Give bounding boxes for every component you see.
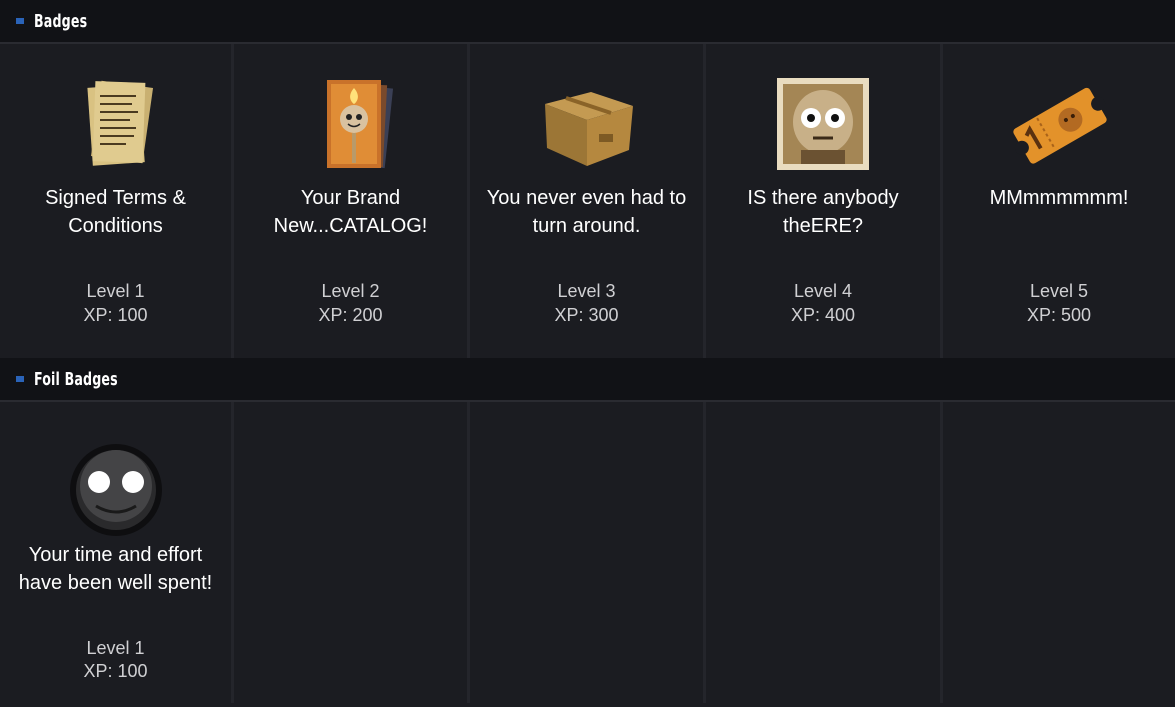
badge-card[interactable]: Signed Terms & Conditions Level 1 XP: 10… (0, 44, 234, 358)
empty-badge-slot (706, 402, 943, 703)
catalog-book-icon (326, 80, 393, 169)
foil-badges-grid: Your time and effort have been well spen… (0, 402, 1175, 703)
cardboard-box-icon (544, 92, 633, 166)
badge-level: Level 2 (321, 281, 380, 301)
badge-card[interactable]: Your Brand New...CATALOG! Level 2 XP: 20… (234, 44, 470, 358)
badge-xp: XP: 300 (554, 305, 619, 325)
badge-name: MMmmmmmm! (989, 187, 1129, 209)
glowing-eyes-face-icon (69, 444, 162, 536)
empty-badge-slot (470, 402, 706, 703)
badges-grid: Signed Terms & Conditions Level 1 XP: 10… (0, 44, 1175, 358)
signed-documents-icon (86, 80, 153, 166)
badge-xp: XP: 100 (83, 661, 148, 681)
section-bullet-icon (16, 376, 24, 382)
badge-name: Your Brand New...CATALOG! (273, 187, 428, 237)
badge-xp: XP: 200 (318, 305, 383, 325)
badge-xp: XP: 100 (83, 305, 148, 325)
badge-name: You never even had to turn around. (486, 187, 687, 237)
foil-badges-section-header: Foil Badges (0, 358, 1175, 402)
badge-level: Level 3 (557, 281, 616, 301)
badge-name: IS there anybody theERE? (747, 187, 899, 237)
badge-name: Your time and effort have been well spen… (18, 544, 213, 594)
badge-level: Level 5 (1029, 281, 1089, 301)
badge-card[interactable]: You never even had to turn around. Level… (470, 44, 706, 358)
empty-badge-slot (943, 402, 1175, 703)
badge-card[interactable]: Your time and effort have been well spen… (0, 402, 234, 703)
badge-card[interactable]: MMmmmmmm! Level 5 XP: 500 (943, 44, 1175, 358)
badge-xp: XP: 500 (1026, 305, 1092, 325)
creepy-photo-icon (777, 78, 869, 170)
badge-xp: XP: 400 (790, 305, 856, 325)
badge-card[interactable]: IS there anybody theERE? Level 4 XP: 400 (706, 44, 943, 358)
empty-badge-slot (234, 402, 470, 703)
section-title-badges: Badges (34, 10, 88, 32)
badge-level: Level 4 (793, 281, 853, 301)
section-bullet-icon (16, 18, 24, 24)
badge-level: Level 1 (86, 638, 145, 658)
ticket-icon (1013, 87, 1107, 164)
badges-section-header: Badges (0, 0, 1175, 44)
badge-level: Level 1 (86, 281, 145, 301)
badge-name: Signed Terms & Conditions (45, 187, 186, 237)
section-title-foil-badges: Foil Badges (34, 368, 118, 390)
